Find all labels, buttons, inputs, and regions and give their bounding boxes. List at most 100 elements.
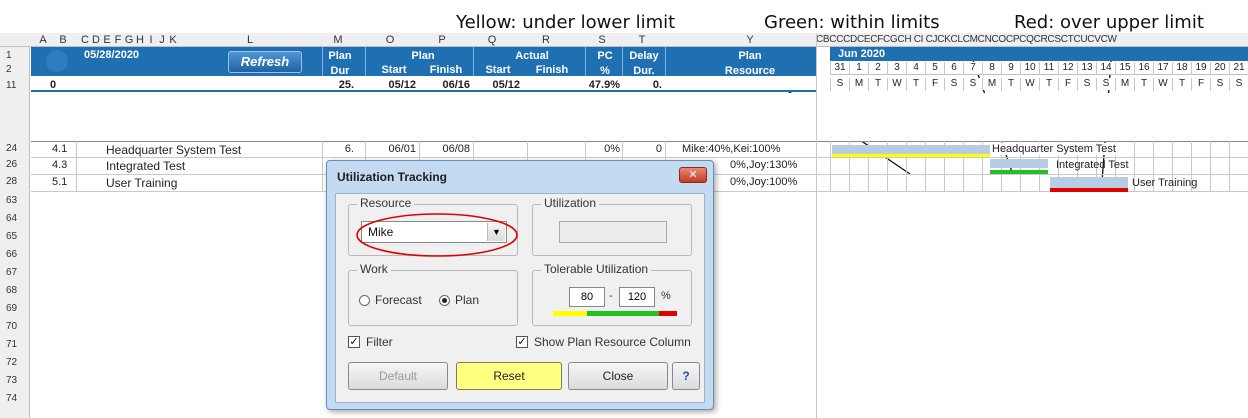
row-number[interactable]: 67	[0, 267, 30, 278]
row-number[interactable]: 71	[0, 339, 30, 350]
col-header-p[interactable]: P	[432, 33, 452, 47]
gantt-day-number: 15	[1119, 62, 1131, 73]
task-resource[interactable]: 0%,Joy:100%	[730, 176, 797, 188]
close-button[interactable]: Close	[568, 362, 668, 390]
task-bar-headquarter[interactable]	[832, 145, 990, 154]
row-number[interactable]: 70	[0, 321, 30, 332]
task-id[interactable]: 4.1	[52, 143, 67, 155]
gantt-day-number: 12	[1062, 62, 1074, 73]
task-bar-training[interactable]	[1050, 177, 1128, 188]
gantt-weekday: W	[1025, 78, 1035, 89]
row-number[interactable]: 1	[0, 50, 30, 61]
task-id[interactable]: 4.3	[52, 159, 67, 171]
refresh-button[interactable]: Refresh	[228, 51, 302, 73]
col-header-o[interactable]: O	[380, 33, 400, 47]
summary-delay[interactable]: 0.	[626, 79, 662, 91]
row-number[interactable]: 64	[0, 213, 30, 224]
task-finish[interactable]: 06/08	[424, 143, 470, 155]
task-name[interactable]: Headquarter System Test	[106, 143, 241, 157]
row-number[interactable]: 74	[0, 393, 30, 404]
task-pc[interactable]: 0%	[586, 143, 620, 155]
col-header-m[interactable]: M	[328, 33, 348, 47]
row-number[interactable]: 24	[0, 143, 30, 154]
highlight-ellipse	[356, 213, 518, 257]
gantt-header-line	[944, 78, 945, 91]
summary-finish[interactable]: 06/16	[424, 79, 470, 91]
upper-limit-input[interactable]: 120	[619, 287, 655, 307]
plan-label[interactable]: Plan	[455, 293, 479, 307]
summary-dur[interactable]: 25.	[326, 79, 354, 91]
row-number[interactable]: 11	[0, 80, 30, 91]
task-name[interactable]: User Training	[106, 176, 177, 190]
gantt-header-line	[1191, 62, 1192, 75]
row-number[interactable]: 72	[0, 357, 30, 368]
col-header-t[interactable]: T	[632, 33, 652, 47]
utilization-bar-yellow	[832, 154, 990, 157]
gantt-day-number: 3	[894, 62, 900, 73]
gantt-header-line	[1020, 62, 1021, 75]
task-id[interactable]: 5.1	[52, 176, 67, 188]
reset-button[interactable]: Reset	[456, 362, 562, 390]
summary-pc[interactable]: 47.9%	[586, 79, 620, 91]
col-header-h[interactable]: H	[135, 33, 145, 47]
show-resource-label[interactable]: Show Plan Resource Column	[534, 335, 691, 349]
gantt-weekday: F	[931, 78, 939, 89]
col-header-g[interactable]: G	[124, 33, 134, 47]
task-start[interactable]: 06/01	[370, 143, 416, 155]
col-header-i[interactable]: I	[146, 33, 156, 47]
col-header-s[interactable]: S	[592, 33, 612, 47]
gantt-header-line	[1153, 62, 1154, 75]
col-header-a[interactable]: A	[36, 33, 50, 47]
col-header-k[interactable]: K	[168, 33, 178, 47]
row-number[interactable]: 63	[0, 195, 30, 206]
header-separator	[585, 47, 586, 76]
percent-sign: %	[661, 290, 671, 302]
task-bar-integrated[interactable]	[990, 159, 1048, 168]
forecast-label[interactable]: Forecast	[375, 293, 422, 307]
close-icon[interactable]: ✕	[679, 167, 707, 183]
col-header-j[interactable]: J	[157, 33, 167, 47]
help-button[interactable]: ?	[672, 362, 700, 390]
gantt-weekday: T	[1007, 78, 1015, 89]
forecast-radio[interactable]	[359, 295, 370, 306]
summary-id[interactable]: 0	[50, 79, 56, 91]
task-resource[interactable]: 0%,Joy:130%	[730, 159, 797, 171]
gantt-header-line	[830, 78, 831, 91]
row-number[interactable]: 28	[0, 176, 30, 187]
col-header-q[interactable]: Q	[482, 33, 502, 47]
col-header-f[interactable]: F	[113, 33, 123, 47]
row-number[interactable]: 26	[0, 159, 30, 170]
task-dur[interactable]: 6.	[326, 143, 354, 155]
col-header-b[interactable]: B	[56, 33, 70, 47]
row-number[interactable]: 69	[0, 303, 30, 314]
task-delay[interactable]: 0	[626, 143, 662, 155]
gantt-weekday: T	[912, 78, 920, 89]
col-header-d[interactable]: D	[91, 33, 101, 47]
col-header-c[interactable]: C	[80, 33, 90, 47]
row-number[interactable]: 66	[0, 249, 30, 260]
gantt-header-line	[906, 78, 907, 91]
gantt-header-line	[1039, 62, 1040, 75]
gantt-weekday: T	[1140, 78, 1148, 89]
gantt-header-line	[830, 62, 831, 75]
task-name[interactable]: Integrated Test	[106, 159, 185, 173]
summary-actual-start[interactable]: 05/12	[476, 79, 520, 91]
row-number[interactable]: 68	[0, 285, 30, 296]
pc-header: PC%	[597, 50, 613, 77]
filter-label[interactable]: Filter	[366, 335, 393, 349]
summary-start[interactable]: 05/12	[370, 79, 416, 91]
default-button[interactable]: Default	[348, 362, 448, 390]
lower-limit-input[interactable]: 80	[569, 287, 605, 307]
row-number[interactable]: 65	[0, 231, 30, 242]
col-header-r[interactable]: R	[536, 33, 556, 47]
show-resource-checkbox[interactable]: ✓	[516, 336, 528, 348]
col-header-y[interactable]: Y	[740, 33, 760, 47]
row-number[interactable]: 2	[0, 64, 30, 75]
col-header-e[interactable]: E	[102, 33, 112, 47]
filter-checkbox[interactable]: ✓	[348, 336, 360, 348]
col-header-l[interactable]: L	[240, 33, 260, 47]
row-number[interactable]: 73	[0, 375, 30, 386]
plan-radio[interactable]	[439, 295, 450, 306]
task-resource[interactable]: Mike:40%,Kei:100%	[682, 143, 780, 155]
gantt-header-line	[1210, 62, 1211, 75]
